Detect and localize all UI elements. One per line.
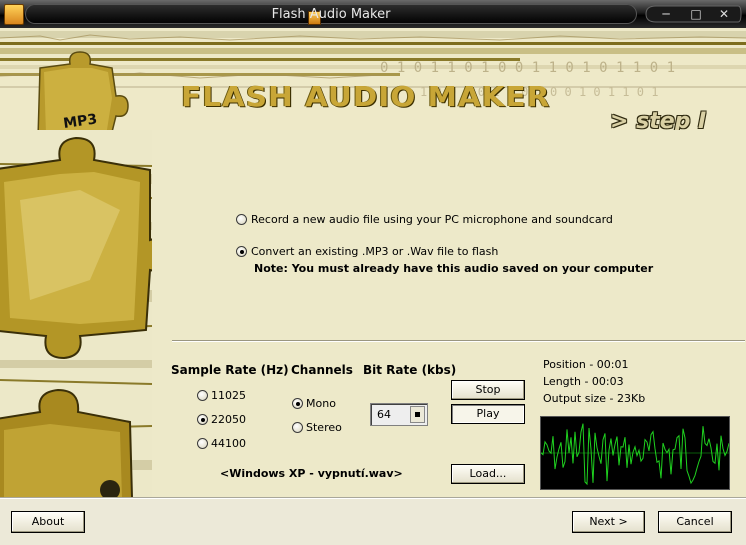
waveform-graphic xyxy=(540,423,730,486)
length-readout: Length - 00:03 xyxy=(543,375,624,388)
position-readout: Position - 00:01 xyxy=(543,358,629,371)
record-audio-label[interactable]: Record a new audio file using your PC mi… xyxy=(251,213,613,226)
decorative-puzzle-art xyxy=(0,130,152,498)
sample-rate-11025-label[interactable]: 11025 xyxy=(211,389,246,402)
window-title: Flash Audio Maker xyxy=(271,7,391,22)
next-button[interactable]: Next > xyxy=(572,511,645,533)
title-pill: Flash Audio Maker xyxy=(25,4,637,25)
puzzle-art-graphic xyxy=(0,136,152,498)
convert-file-radio[interactable] xyxy=(236,246,247,257)
about-button[interactable]: About xyxy=(11,511,85,533)
dropdown-icon[interactable] xyxy=(410,406,425,423)
svg-text:0 1 0 1 1 0 1 0 0 1 1 0 1 0 1: 0 1 0 1 1 0 1 0 0 1 1 0 1 0 1 1 0 1 xyxy=(380,60,675,76)
title-bar[interactable]: Flash Audio Maker ─ □ ✕ xyxy=(0,0,746,28)
source-note: Note: You must already have this audio s… xyxy=(254,262,654,275)
cancel-button[interactable]: Cancel xyxy=(658,511,732,533)
waveform-trace xyxy=(540,423,730,486)
waveform-display xyxy=(540,416,730,490)
channel-stereo-radio[interactable] xyxy=(292,422,303,433)
channel-mono-radio[interactable] xyxy=(292,398,303,409)
sample-rate-22050-radio[interactable] xyxy=(197,414,208,425)
section-divider xyxy=(172,340,745,342)
minimize-icon[interactable]: ─ xyxy=(656,4,676,24)
record-audio-radio[interactable] xyxy=(236,214,247,225)
bit-rate-header: Bit Rate (kbs) xyxy=(363,363,457,377)
maximize-icon[interactable]: □ xyxy=(686,4,706,24)
play-button[interactable]: Play xyxy=(451,404,525,424)
channels-header: Channels xyxy=(291,363,353,377)
window-controls: ─ □ ✕ xyxy=(642,4,742,24)
app-icon[interactable] xyxy=(4,4,24,25)
sample-rate-11025-radio[interactable] xyxy=(197,390,208,401)
close-icon[interactable]: ✕ xyxy=(714,4,734,24)
output-size-readout: Output size - 23Kb xyxy=(543,392,646,405)
loaded-file-label: <Windows XP - vypnutí.wav> xyxy=(220,467,403,480)
load-button[interactable]: Load... xyxy=(451,464,525,484)
bit-rate-select[interactable]: 64 xyxy=(370,403,428,426)
sample-rate-44100-label[interactable]: 44100 xyxy=(211,437,246,450)
sample-rate-44100-radio[interactable] xyxy=(197,438,208,449)
bit-rate-value: 64 xyxy=(377,408,391,421)
sample-rate-22050-label[interactable]: 22050 xyxy=(211,413,246,426)
channel-stereo-label[interactable]: Stereo xyxy=(306,421,342,434)
stop-button[interactable]: Stop xyxy=(451,380,525,400)
sample-rate-header: Sample Rate (Hz) xyxy=(171,363,289,377)
channel-mono-label[interactable]: Mono xyxy=(306,397,336,410)
brand-title: FLASH AUDIO MAKER xyxy=(181,80,551,113)
convert-file-label[interactable]: Convert an existing .MP3 or .Wav file to… xyxy=(251,245,498,258)
